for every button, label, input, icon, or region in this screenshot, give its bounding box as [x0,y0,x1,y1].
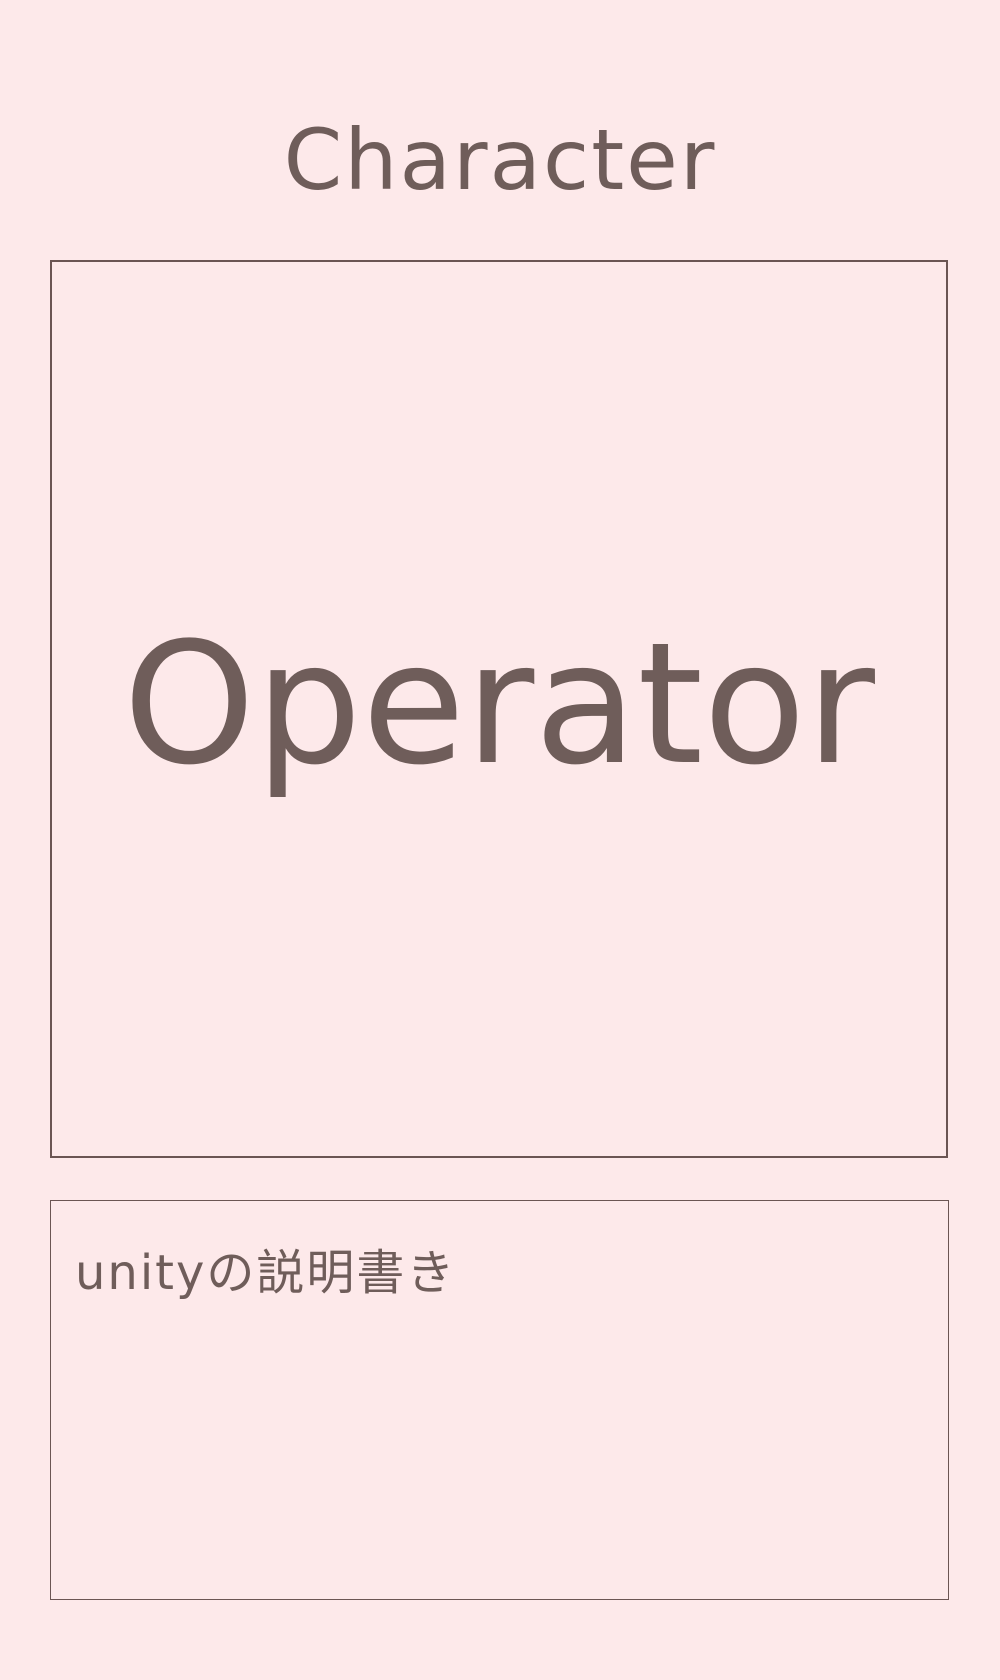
character-name: Operator [123,606,875,802]
description-text: unityの説明書き [75,1245,457,1301]
page-title: Character [283,111,717,209]
description-panel: unityの説明書き [50,1200,949,1600]
character-panel: Operator [50,260,948,1158]
